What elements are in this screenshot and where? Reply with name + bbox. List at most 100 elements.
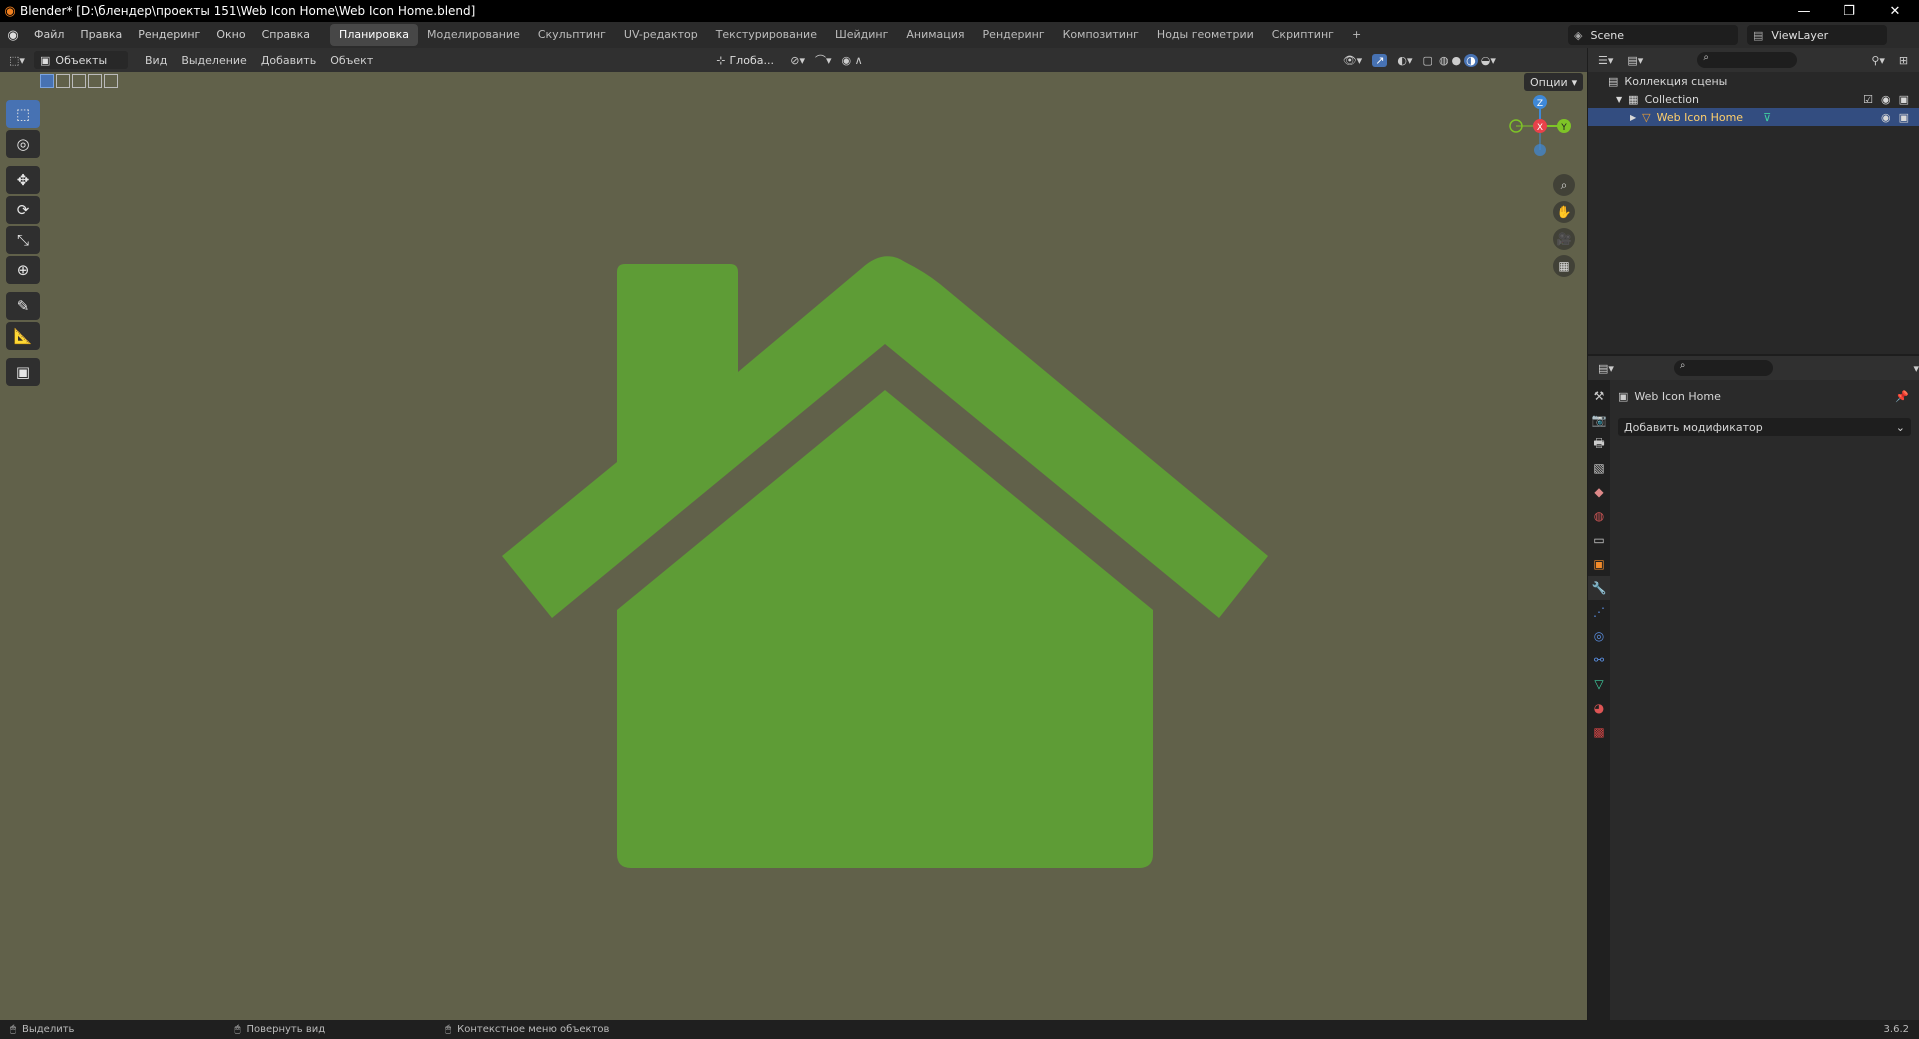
outliner-editor-type-icon[interactable]: ☰▾	[1598, 54, 1613, 67]
blender-menu-icon[interactable]: ◉	[0, 28, 26, 43]
object-eye-icon[interactable]: ◉	[1881, 111, 1891, 124]
rendered-shading-icon[interactable]: ◒▾	[1481, 54, 1496, 67]
data-tab-icon[interactable]: ▽	[1588, 672, 1610, 696]
orientation-label: Глоба...	[729, 53, 774, 67]
view-layer-selector[interactable]: ▤ ViewLayer	[1747, 25, 1887, 45]
tab-rendering[interactable]: Рендеринг	[974, 24, 1054, 46]
measure-tool-icon[interactable]: 📐	[6, 322, 40, 350]
render-tab-icon[interactable]: 📷	[1588, 408, 1610, 432]
proportional-edit-icon[interactable]: ◉ ∧	[842, 54, 863, 67]
properties-options-icon[interactable]: ▾	[1913, 362, 1919, 375]
tab-uv-editing[interactable]: UV-редактор	[615, 24, 707, 46]
menu-render[interactable]: Рендеринг	[130, 22, 208, 48]
tab-animation[interactable]: Анимация	[897, 24, 973, 46]
snap-icon[interactable]: ⌒▾	[815, 52, 832, 68]
xray-icon[interactable]: ▢	[1423, 54, 1433, 67]
properties-editor-type-icon[interactable]: ▤▾	[1598, 362, 1614, 375]
add-modifier-dropdown[interactable]: Добавить модификатор ⌄	[1618, 418, 1911, 436]
solid-shading-icon[interactable]: ●	[1452, 54, 1462, 67]
navigation-gizmo[interactable]: Z Y X	[1500, 94, 1580, 164]
ortho-grid-icon[interactable]: ▦	[1553, 255, 1575, 277]
house-icon-mesh[interactable]	[0, 72, 1587, 1020]
object-render-icon[interactable]: ▣	[1899, 111, 1909, 124]
scene-tab-icon[interactable]: ◆	[1588, 480, 1610, 504]
modifier-tab-icon[interactable]: 🔧	[1588, 576, 1610, 600]
close-button[interactable]: ✕	[1872, 0, 1918, 22]
tab-geometry-nodes[interactable]: Ноды геометрии	[1148, 24, 1263, 46]
expand-arrow-icon[interactable]: ▼	[1616, 95, 1622, 104]
outliner-scene-collection[interactable]: ▤ Коллекция сцены	[1588, 72, 1919, 90]
menu-view[interactable]: Вид	[138, 54, 174, 67]
move-tool-icon[interactable]: ✥	[6, 166, 40, 194]
annotate-tool-icon[interactable]: ✎	[6, 292, 40, 320]
menu-object[interactable]: Объект	[323, 54, 380, 67]
constraints-tab-icon[interactable]: ⚯	[1588, 648, 1610, 672]
tab-sculpting[interactable]: Скульптинг	[529, 24, 615, 46]
transform-tool-icon[interactable]: ⊕	[6, 256, 40, 284]
add-cube-tool-icon[interactable]: ▣	[6, 358, 40, 386]
editor-type-icon[interactable]: ⬚▾	[0, 54, 34, 67]
3d-viewport[interactable]: Опции ▾ Z Y X ⌕ ✋ 🎥 ▦	[0, 72, 1587, 1020]
display-mode-icon[interactable]: ▤▾	[1627, 54, 1643, 67]
minimize-button[interactable]: —	[1781, 0, 1827, 22]
tab-compositing[interactable]: Композитинг	[1054, 24, 1148, 46]
scale-tool-icon[interactable]: ⤡	[6, 226, 40, 254]
particles-tab-icon[interactable]: ⋰	[1588, 600, 1610, 624]
camera-view-icon[interactable]: 🎥	[1553, 228, 1575, 250]
scene-selector[interactable]: ◈ Scene	[1568, 25, 1738, 45]
add-workspace-button[interactable]: +	[1343, 24, 1370, 46]
outliner-collection-row[interactable]: ▼ ▦ Collection ☑ ◉ ▣	[1588, 90, 1919, 108]
view-layer-tab-icon[interactable]: ▧	[1588, 456, 1610, 480]
render-camera-icon[interactable]: ▣	[1899, 93, 1909, 106]
texture-tab-icon[interactable]: ▩	[1588, 720, 1610, 744]
new-collection-icon[interactable]: ⊞	[1899, 54, 1908, 67]
menu-file[interactable]: Файл	[26, 22, 72, 48]
zoom-icon[interactable]: ⌕	[1553, 174, 1575, 196]
tab-shading[interactable]: Шейдинг	[826, 24, 897, 46]
tab-texture-paint[interactable]: Текстурирование	[707, 24, 826, 46]
outliner-search-input[interactable]: ⌕	[1697, 52, 1798, 68]
physics-tab-icon[interactable]: ◎	[1588, 624, 1610, 648]
output-tab-icon[interactable]: 🖶	[1588, 432, 1610, 456]
overlay-icon[interactable]: ◐▾	[1397, 54, 1412, 67]
mode-dropdown[interactable]: ▣ Объекты	[34, 51, 128, 69]
properties-search-input[interactable]: ⌕	[1673, 360, 1774, 376]
wireframe-shading-icon[interactable]: ◍	[1439, 54, 1449, 67]
maximize-button[interactable]: ❐	[1826, 0, 1872, 22]
object-tab-icon[interactable]: ▣	[1588, 552, 1610, 576]
menu-help[interactable]: Справка	[254, 22, 318, 48]
rotate-tool-icon[interactable]: ⟳	[6, 196, 40, 224]
menu-window[interactable]: Окно	[208, 22, 253, 48]
visibility-icon[interactable]: 👁▾	[1343, 54, 1363, 67]
eye-icon[interactable]: ◉	[1881, 93, 1891, 106]
tab-modeling[interactable]: Моделирование	[418, 24, 529, 46]
cursor-tool-icon[interactable]: ◎	[6, 130, 40, 158]
material-shading-icon[interactable]: ◑	[1464, 53, 1478, 67]
pin-icon[interactable]: 📌	[1895, 390, 1909, 403]
outliner-panel: ☰▾ ▤▾ ⌕ ⚲▾ ⊞ ▤ Коллекция сцены ▼ ▦ Colle…	[1588, 48, 1919, 354]
menu-edit[interactable]: Правка	[72, 22, 130, 48]
orientation-dropdown[interactable]: ⊹ Глоба...	[710, 51, 780, 69]
tool-tab-icon[interactable]: ⚒	[1588, 384, 1610, 408]
gizmo-toggle-icon[interactable]: ↗	[1372, 53, 1388, 67]
collection-tab-icon[interactable]: ▭	[1588, 528, 1610, 552]
mesh-data-icon[interactable]: ⊽	[1763, 111, 1771, 124]
tab-scripting[interactable]: Скриптинг	[1263, 24, 1343, 46]
title-bar: ◉ Blender* [D:\блендер\проекты 151\Web I…	[0, 0, 1919, 22]
pan-hand-icon[interactable]: ✋	[1553, 201, 1575, 223]
tab-layout[interactable]: Планировка	[330, 24, 419, 46]
material-tab-icon[interactable]: ◕	[1588, 696, 1610, 720]
world-tab-icon[interactable]: ◍	[1588, 504, 1610, 528]
gizmo-neg-z-axis[interactable]	[1534, 144, 1546, 156]
filter-icon[interactable]: ⚲▾	[1871, 54, 1885, 67]
menu-add[interactable]: Добавить	[254, 54, 323, 67]
menu-select[interactable]: Выделение	[174, 54, 254, 67]
outliner-object-row[interactable]: ▶ ▽ Web Icon Home ⊽ ◉ ▣	[1588, 108, 1919, 126]
gizmo-y-label: Y	[1560, 123, 1567, 133]
status-rotate: Повернуть вид	[246, 1024, 326, 1035]
status-context: Контекстное меню объектов	[457, 1024, 610, 1035]
collapse-arrow-icon[interactable]: ▶	[1630, 113, 1636, 122]
select-box-tool-icon[interactable]: ⬚	[6, 100, 40, 128]
exclude-checkbox[interactable]: ☑	[1863, 93, 1873, 106]
pivot-icon[interactable]: ⊘▾	[790, 54, 805, 67]
